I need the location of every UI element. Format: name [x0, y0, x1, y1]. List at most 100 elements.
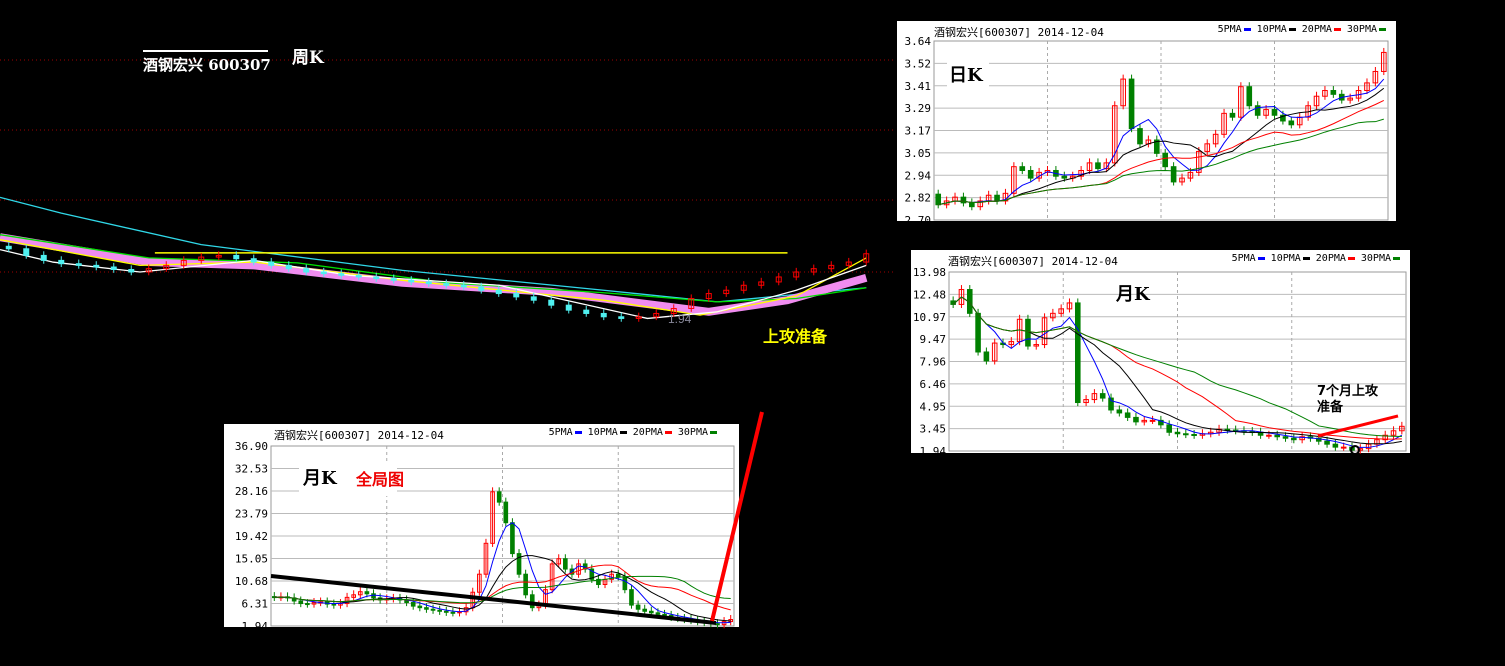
grid-lines [0, 59, 895, 273]
candle-down [583, 309, 590, 314]
y-tick-label: 13.98 [913, 266, 946, 279]
monthly-full-chart-svg: 36.90 32.53 28.16 23.79 19.42 15.05 10.68 6.31 1… [235, 440, 735, 629]
candle-down [618, 316, 625, 319]
legend-swatch [1288, 27, 1296, 31]
candle-down [40, 254, 47, 261]
candle-down [983, 351, 990, 362]
legend-swatch [1243, 27, 1251, 31]
legend-item-5pma: 5PMA [549, 427, 582, 438]
candle-down [410, 602, 416, 607]
candle-down [565, 304, 572, 311]
candle-down [1124, 412, 1131, 418]
candle-down [417, 605, 423, 609]
legend-swatch [664, 430, 672, 434]
candle-down [338, 273, 345, 276]
chart-header: 酒钢宏兴[600307] 2014-12-04 [934, 26, 1104, 39]
candle-down [629, 589, 634, 606]
candle-down [563, 558, 568, 570]
legend-label: 20PMA [632, 427, 663, 438]
legend-swatch [1333, 27, 1341, 31]
y-tick-label: 6.31 [242, 598, 269, 611]
y-tick-label: 9.47 [920, 333, 947, 346]
candle-down [268, 261, 275, 266]
candle-down [513, 293, 520, 298]
candle-down [110, 266, 117, 271]
y-tick-label: 19.42 [235, 530, 268, 543]
candle-down [523, 573, 528, 596]
candle-down [530, 296, 537, 301]
candle-down [478, 286, 485, 291]
legend-label: 20PMA [1301, 24, 1332, 35]
legend-item-5pma: 5PMA [1232, 253, 1265, 264]
low-price-label: 1.94 [668, 312, 692, 326]
candle-down [5, 245, 12, 250]
candle-down [320, 271, 327, 275]
sublabel: 全局图 [356, 470, 405, 489]
annotation-text: 7个月上攻 [1317, 384, 1379, 399]
daily-chart-svg: 3.64 3.52 3.41 3.29 3.17 3.05 2.94 2.82 2.70 [905, 35, 1389, 223]
legend-swatch [1347, 256, 1355, 260]
candle-down [424, 607, 429, 610]
legend-label: 5PMA [1217, 24, 1242, 35]
candle-down [390, 278, 397, 281]
candle-down [1133, 416, 1139, 423]
y-tick-label: 1.94 [920, 445, 947, 455]
candle-down [600, 312, 607, 318]
legend-item-10pma: 10PMA [1271, 253, 1310, 264]
candle-down [437, 609, 442, 612]
legend-item-20pma: 20PMA [633, 427, 672, 438]
candle-down [303, 268, 310, 273]
candle-down [1229, 112, 1236, 118]
candle-down [305, 603, 310, 606]
y-tick-label: 3.05 [905, 147, 932, 160]
y-tick-label: 3.29 [905, 102, 932, 115]
candle-down [58, 259, 65, 265]
candle-down [1061, 175, 1068, 179]
legend-swatch [710, 430, 717, 434]
candle-down [1170, 166, 1177, 183]
chart-header: 酒钢宏兴[600307] 2014-12-04 [274, 429, 444, 442]
legend-label: 20PMA [1315, 253, 1346, 264]
monthly-chart-svg: 13.98 12.48 10.97 9.47 7.96 6.46 4.95 3.45 1.94 [913, 266, 1407, 455]
y-tick-label: 2.70 [905, 214, 932, 223]
y-tick-label: 1.94 [242, 620, 269, 629]
ma-legend: 5PMA 10PMA 20PMA 30PMA [1218, 24, 1386, 35]
period-label: 月K [1116, 284, 1150, 305]
y-tick-label: 3.17 [905, 125, 932, 138]
candle-down [642, 608, 648, 612]
daily-kline-panel: 3.64 3.52 3.41 3.29 3.17 3.05 2.94 2.82 2.70 酒钢宏… [896, 20, 1397, 223]
legend-item-30pma: 30PMA [1361, 253, 1400, 264]
candle-down [510, 522, 515, 555]
candle-down [622, 576, 628, 591]
y-tick-label: 2.94 [905, 169, 932, 182]
candle-down [460, 284, 467, 288]
candle-down [649, 610, 654, 614]
candle-down [128, 269, 135, 273]
y-tick-label: 10.68 [235, 575, 268, 588]
candle-down [1116, 409, 1123, 414]
candle-down [1183, 433, 1189, 436]
candle-down [1282, 436, 1289, 439]
candle-down [1162, 152, 1169, 168]
candle-down [1099, 393, 1106, 399]
y-tick-label: 23.79 [235, 508, 268, 521]
candle-down [1128, 78, 1135, 130]
candle-down [1027, 169, 1034, 179]
candle-down [1137, 128, 1143, 145]
candle-down [495, 289, 502, 295]
legend-item-20pma: 20PMA [1316, 253, 1355, 264]
candle-down [93, 264, 100, 268]
ma-legend: 5PMA 10PMA 20PMA 30PMA [549, 427, 717, 438]
legend-label: 10PMA [1270, 253, 1301, 264]
candle-down [1166, 424, 1172, 433]
legend-item-5pma: 5PMA [1218, 24, 1251, 35]
candle-down [1349, 446, 1355, 451]
candle-down [635, 604, 641, 610]
candle-down [450, 611, 456, 614]
candle-down [285, 264, 292, 270]
candle-down [1324, 440, 1330, 445]
candle-down [496, 491, 502, 503]
legend-swatch [1257, 256, 1265, 260]
y-tick-label: 28.16 [235, 485, 268, 498]
candle-down [443, 283, 450, 286]
